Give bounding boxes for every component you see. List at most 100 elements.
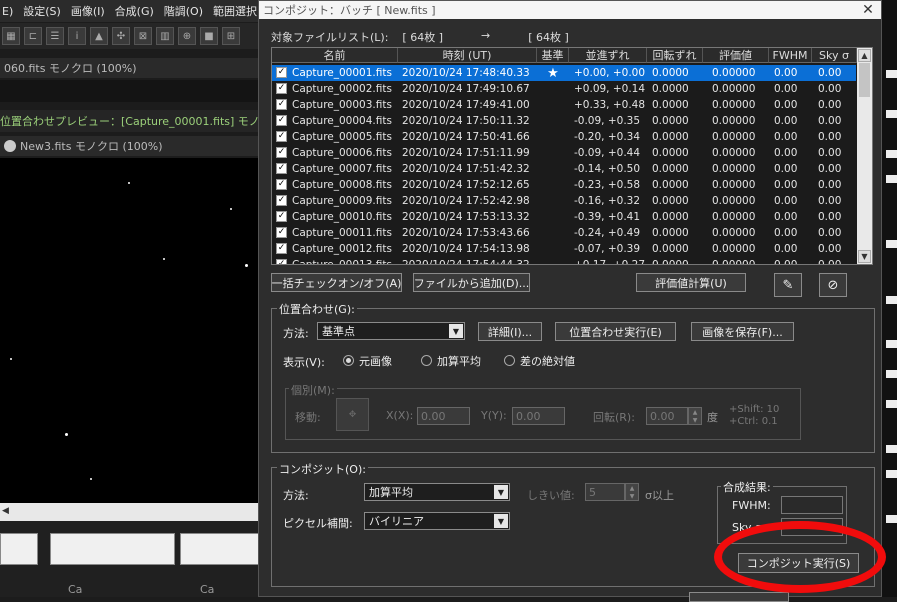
x-label: X(X): (386, 409, 414, 422)
thumbnail-slider[interactable] (180, 533, 260, 565)
row-checkbox[interactable]: ✓ (276, 131, 287, 142)
radio-abs-diff[interactable] (504, 355, 515, 366)
image-window-title[interactable]: New3.fits モノクロ (100%) (0, 136, 260, 156)
run-alignment-button[interactable]: 位置合わせ実行(E) (555, 322, 676, 341)
chevron-down-icon[interactable]: ▼ (494, 514, 508, 528)
close-icon[interactable]: ✕ (857, 1, 879, 19)
calculate-score-button[interactable]: 評価値計算(U) (636, 273, 746, 292)
scroll-down-icon[interactable]: ▼ (858, 250, 871, 263)
threshold-spinner[interactable]: ▲ ▼ (625, 483, 639, 501)
table-row[interactable]: ✓ Capture_00001.fits 2020/10/24 17:48:40.3… (272, 65, 856, 81)
save-image-button[interactable]: 画像を保存(F)... (691, 322, 794, 341)
column-header-reference[interactable]: 基準 (537, 48, 569, 63)
column-header-fwhm[interactable]: FWHM (769, 48, 812, 63)
row-checkbox[interactable]: ✓ (276, 195, 287, 206)
tool-icon[interactable]: ■ (200, 27, 218, 45)
magic-wand-icon[interactable]: ⊘ (819, 273, 847, 297)
row-checkbox[interactable]: ✓ (276, 243, 287, 254)
menu-item-settings[interactable]: 設定(S) (23, 3, 61, 19)
y-input[interactable]: 0.00 (512, 407, 565, 425)
scroll-up-icon[interactable]: ▲ (858, 49, 871, 62)
tool-icon[interactable]: ▲ (90, 27, 108, 45)
add-from-file-button[interactable]: ファイルから追加(D)... (413, 273, 530, 292)
tool-icon[interactable]: ⊞ (222, 27, 240, 45)
x-input[interactable]: 0.00 (417, 407, 470, 425)
window-title-text: New3.fits モノクロ (100%) (20, 140, 163, 153)
column-header-time[interactable]: 時刻 (UT) (398, 48, 537, 63)
edge-widget (886, 110, 897, 118)
row-checkbox[interactable]: ✓ (276, 163, 287, 174)
table-row[interactable]: ✓ Capture_00007.fits 2020/10/24 17:51:42.3… (272, 161, 856, 177)
tool-icon[interactable]: ▥ (156, 27, 174, 45)
radio-original[interactable] (343, 355, 354, 366)
table-row[interactable]: ✓ Capture_00004.fits 2020/10/24 17:50:11.3… (272, 113, 856, 129)
table-row[interactable]: ✓ Capture_00012.fits 2020/10/24 17:54:13.9… (272, 241, 856, 257)
star (65, 433, 68, 436)
column-header-rotation[interactable]: 回転ずれ (647, 48, 703, 63)
cell-rot: 0.0000 (652, 99, 689, 111)
alignment-group-label: 位置合わせ(G): (277, 301, 357, 317)
tool-icon[interactable]: ✣ (112, 27, 130, 45)
table-row[interactable]: ✓ Capture_00013.fits 2020/10/24 17:54:44.3… (272, 257, 856, 264)
radio-average[interactable] (421, 355, 432, 366)
bottom-button[interactable] (689, 592, 789, 602)
star-tool-icon[interactable]: ✎ (774, 273, 802, 297)
table-row[interactable]: ✓ Capture_00005.fits 2020/10/24 17:50:41.6… (272, 129, 856, 145)
threshold-input[interactable]: 5 (585, 483, 625, 501)
scroll-left-icon[interactable]: ◀ (2, 506, 9, 516)
table-row[interactable]: ✓ Capture_00011.fits 2020/10/24 17:53:43.6… (272, 225, 856, 241)
tool-icon[interactable]: ⊕ (178, 27, 196, 45)
table-row[interactable]: ✓ Capture_00008.fits 2020/10/24 17:52:12.6… (272, 177, 856, 193)
column-header-score[interactable]: 評価値 (703, 48, 769, 63)
row-checkbox[interactable]: ✓ (276, 67, 287, 78)
row-checkbox[interactable]: ✓ (276, 147, 287, 158)
rotation-spinner[interactable]: ▲ ▼ (688, 407, 702, 425)
menu-item-range[interactable]: 範囲選択 (213, 3, 257, 19)
info-icon[interactable]: i (68, 27, 86, 45)
composite-method-select[interactable]: 加算平均 ▼ (364, 483, 510, 501)
tool-icon[interactable]: ⊏ (24, 27, 42, 45)
preview-window-title[interactable]: 位置合わせプレビュー：[Capture_00001.fits] モノクロ (10 (0, 110, 260, 132)
tool-icon[interactable]: ⊠ (134, 27, 152, 45)
row-checkbox[interactable]: ✓ (276, 83, 287, 94)
image-window-title[interactable]: 060.fits モノクロ (100%) (0, 58, 260, 78)
scroll-thumb[interactable] (859, 63, 870, 97)
check-all-toggle-button[interactable]: 一括チェックオン/オフ(A) (271, 273, 402, 292)
table-row[interactable]: ✓ Capture_00010.fits 2020/10/24 17:53:13.3… (272, 209, 856, 225)
table-row[interactable]: ✓ Capture_00009.fits 2020/10/24 17:52:42.9… (272, 193, 856, 209)
move-pad-icon[interactable]: ✥ (336, 398, 369, 431)
thumbnail-slider[interactable] (0, 533, 38, 565)
radio-abs-diff-label: 差の絶対値 (520, 355, 575, 368)
menu-item[interactable]: E) (2, 5, 13, 18)
row-checkbox[interactable]: ✓ (276, 115, 287, 126)
dialog-titlebar[interactable]: コンポジット：バッチ [ New.fits ] ✕ (259, 1, 881, 19)
detail-button[interactable]: 詳細(I)... (478, 322, 542, 341)
row-checkbox[interactable]: ✓ (276, 211, 287, 222)
column-header-name[interactable]: 名前 (272, 48, 398, 63)
cell-score: 0.00000 (712, 195, 756, 207)
row-checkbox[interactable]: ✓ (276, 259, 287, 264)
row-checkbox[interactable]: ✓ (276, 227, 287, 238)
column-header-sky-sigma[interactable]: Sky σ (812, 48, 857, 63)
background-toolbar: ▦ ⊏ ☰ i ▲ ✣ ⊠ ▥ ⊕ ■ ⊞ (0, 23, 260, 49)
menu-item-tone[interactable]: 階調(O) (164, 3, 203, 19)
table-row[interactable]: ✓ Capture_00006.fits 2020/10/24 17:51:11.9… (272, 145, 856, 161)
menu-item-composite[interactable]: 合成(G) (115, 3, 154, 19)
vertical-scrollbar[interactable]: ▲ ▼ (857, 48, 872, 264)
row-checkbox[interactable]: ✓ (276, 179, 287, 190)
tool-icon[interactable]: ▦ (2, 27, 20, 45)
interpolation-select[interactable]: バイリニア ▼ (364, 512, 510, 530)
horizontal-scrollbar[interactable]: ◀ (0, 503, 260, 521)
rotation-input[interactable]: 0.00 (646, 407, 688, 425)
row-checkbox[interactable]: ✓ (276, 99, 287, 110)
menu-item-image[interactable]: 画像(I) (71, 3, 105, 19)
tool-icon[interactable]: ☰ (46, 27, 64, 45)
table-row[interactable]: ✓ Capture_00002.fits 2020/10/24 17:49:10.6… (272, 81, 856, 97)
chevron-down-icon[interactable]: ▼ (494, 485, 508, 499)
thumbnail-slider[interactable] (50, 533, 175, 565)
star-image[interactable] (0, 158, 260, 503)
table-row[interactable]: ✓ Capture_00003.fits 2020/10/24 17:49:41.0… (272, 97, 856, 113)
column-header-shift[interactable]: 並進ずれ (569, 48, 647, 63)
chevron-down-icon[interactable]: ▼ (449, 324, 463, 338)
align-method-select[interactable]: 基準点 ▼ (317, 322, 465, 340)
